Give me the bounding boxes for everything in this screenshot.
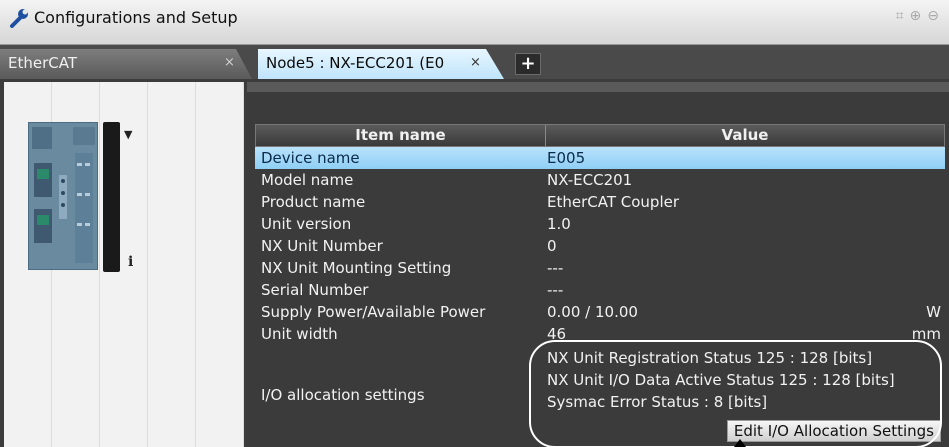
tab-bar: EtherCAT × Node5 : NX-ECC201 (E0 × +	[0, 45, 949, 79]
window-titlebar: Configurations and Setup ⌗ ⊕ ⊖	[0, 0, 949, 45]
table-row[interactable]: Device name E005	[255, 147, 945, 169]
row-value: ---	[547, 281, 564, 299]
value-text: 46	[547, 325, 567, 343]
wrench-icon	[10, 9, 28, 28]
tab-node5[interactable]: Node5 : NX-ECC201 (E0 ×	[258, 49, 504, 79]
io-line: NX Unit I/O Data Active Status 125 : 128…	[547, 371, 895, 389]
tab-ethercat[interactable]: EtherCAT ×	[0, 49, 252, 79]
io-line: Sysmac Error Status : 8 [bits]	[547, 393, 768, 411]
row-name: Product name	[261, 193, 366, 211]
row-value: ---	[547, 259, 564, 277]
zoom-out-icon[interactable]: ⊖	[927, 8, 939, 24]
row-name: NX Unit Number	[261, 237, 383, 255]
table-row[interactable]: Product name EtherCAT Coupler	[255, 191, 945, 213]
column-header-value: Value	[721, 126, 769, 144]
coupler-unit-graphic	[32, 127, 95, 263]
info-icon[interactable]: i	[128, 254, 133, 270]
end-cover	[103, 122, 120, 272]
row-name: Supply Power/Available Power	[261, 303, 486, 321]
close-icon[interactable]: ×	[224, 55, 235, 70]
table-header: Item name Value	[255, 124, 945, 147]
add-tab-button[interactable]: +	[515, 53, 541, 75]
table-row[interactable]: Unit width 46 mm	[255, 323, 945, 345]
table-row[interactable]: Supply Power/Available Power 0.00 / 10.0…	[255, 301, 945, 323]
row-value: 46 mm	[545, 323, 943, 345]
tab-label: Node5 : NX-ECC201 (E0	[266, 54, 445, 72]
fit-icon[interactable]: ⌗	[896, 8, 904, 24]
row-value: 0.00 / 10.00 W	[545, 301, 943, 323]
coupler-unit-body	[28, 122, 98, 270]
io-allocation-row[interactable]: I/O allocation settings NX Unit Registra…	[255, 345, 945, 445]
table-row[interactable]: Model name NX-ECC201	[255, 169, 945, 191]
coupler-unit-image[interactable]	[28, 122, 120, 272]
table-row[interactable]: NX Unit Mounting Setting ---	[255, 257, 945, 279]
panel-header-strip	[247, 82, 949, 92]
column-header-item-name: Item name	[256, 125, 546, 146]
window-title: Configurations and Setup	[34, 8, 238, 27]
row-value: EtherCAT Coupler	[547, 193, 680, 211]
edit-io-allocation-settings-button[interactable]: Edit I/O Allocation Settings	[726, 420, 941, 442]
row-value[interactable]: E005	[545, 147, 943, 169]
io-allocation-lines: NX Unit Registration Status 125 : 128 [b…	[547, 345, 943, 413]
zoom-in-icon[interactable]: ⊕	[910, 8, 922, 24]
table-row[interactable]: Serial Number ---	[255, 279, 945, 301]
unit-label: mm	[911, 325, 941, 343]
close-icon[interactable]: ×	[470, 55, 481, 70]
mouse-pointer-icon	[734, 439, 746, 447]
chevron-down-icon[interactable]: ▼	[124, 128, 132, 141]
row-value: 1.0	[547, 215, 571, 233]
row-value: NX-ECC201	[547, 171, 633, 189]
row-name: NX Unit Mounting Setting	[261, 259, 452, 277]
table-row[interactable]: Unit version 1.0	[255, 213, 945, 235]
row-name: Unit width	[261, 325, 338, 343]
row-value: 0	[547, 237, 557, 255]
row-name: Serial Number	[261, 281, 369, 299]
table-row[interactable]: NX Unit Number 0	[255, 235, 945, 257]
row-name: Unit version	[261, 215, 352, 233]
unit-label: W	[926, 303, 941, 321]
row-name: Model name	[261, 171, 354, 189]
properties-table: Item name Value Device name E005 Model n…	[255, 124, 945, 445]
io-line: NX Unit Registration Status 125 : 128 [b…	[547, 349, 873, 367]
value-text: 0.00 / 10.00	[547, 303, 638, 321]
io-allocation-values: NX Unit Registration Status 125 : 128 [b…	[545, 345, 943, 445]
row-name: I/O allocation settings	[261, 386, 425, 404]
row-name: Device name	[261, 149, 360, 167]
tab-label: EtherCAT	[8, 54, 77, 72]
title-toolbar: ⌗ ⊕ ⊖	[896, 8, 939, 24]
